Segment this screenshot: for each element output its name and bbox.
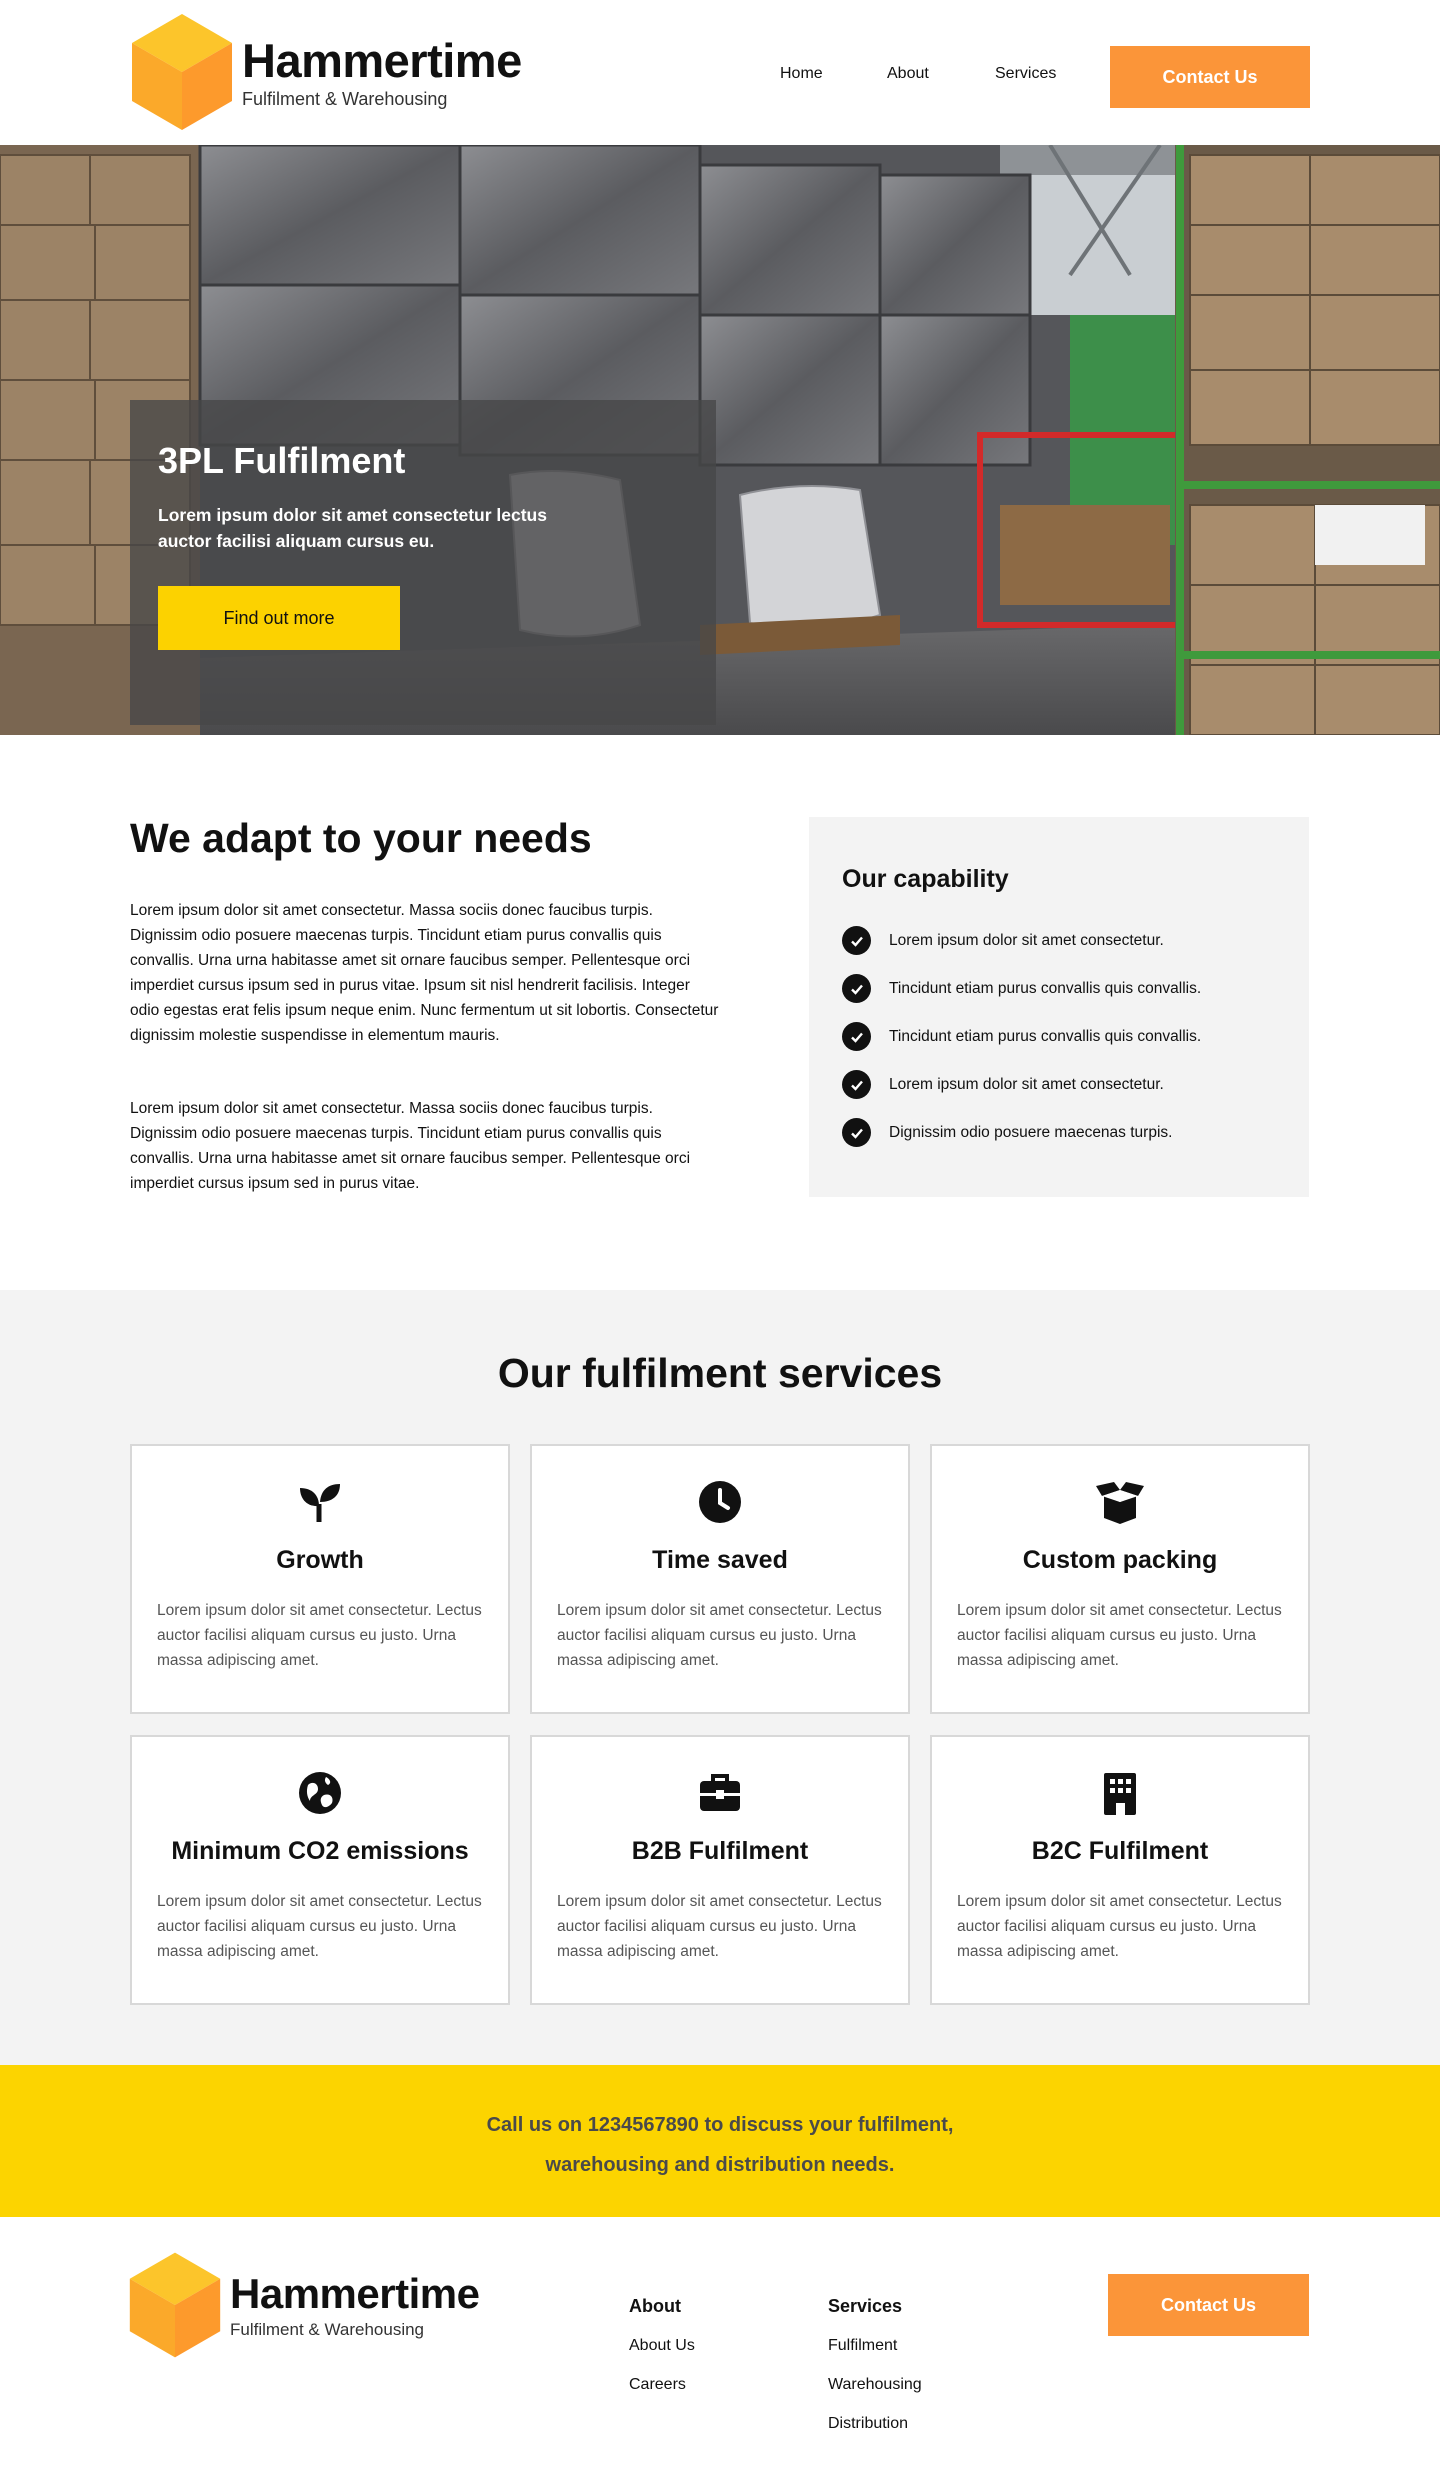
site-header: Hammertime Fulfilment & Warehousing Home…: [0, 0, 1440, 145]
check-circle-icon: [842, 1022, 871, 1051]
brand-name: Hammertime: [242, 33, 522, 87]
adapt-paragraph-2: Lorem ipsum dolor sit amet consectetur. …: [130, 1100, 691, 1192]
service-card-title: Time saved: [652, 1546, 788, 1574]
capability-title: Our capability: [842, 865, 1009, 893]
service-card-growth: Growth Lorem ipsum dolor sit amet consec…: [130, 1444, 510, 1714]
adapt-title: We adapt to your needs: [130, 815, 592, 861]
service-card-title: Custom packing: [1022, 1546, 1218, 1574]
check-circle-icon: [842, 1070, 871, 1099]
capability-item: Tincidunt etiam purus convallis quis con…: [842, 1022, 1201, 1051]
service-card-title: Minimum CO2 emissions: [171, 1837, 469, 1865]
globe-icon: [299, 1772, 341, 1814]
cta-text: Call us on 1234567890 to discuss your fu…: [0, 2105, 1440, 2185]
capability-item-label: Dignissim odio posuere maecenas turpis.: [889, 1123, 1173, 1141]
service-card-text: Lorem ipsum dolor sit amet consectetur. …: [957, 1893, 1282, 1960]
briefcase-icon: [700, 1774, 740, 1811]
hero-text: Lorem ipsum dolor sit amet consectetur l…: [158, 505, 547, 551]
find-out-more-button[interactable]: Find out more: [158, 586, 400, 650]
nav-home-link[interactable]: Home: [780, 65, 823, 83]
hero-banner: 3PL Fulfilment Lorem ipsum dolor sit ame…: [0, 145, 1440, 735]
capability-item-label: Lorem ipsum dolor sit amet consectetur.: [889, 1075, 1164, 1093]
services-section: Our fulfilment services Growth Lorem ips…: [0, 1290, 1440, 2065]
cube-logo-icon: [132, 14, 232, 130]
header-contact-button[interactable]: Contact Us: [1110, 46, 1310, 108]
service-card-text: Lorem ipsum dolor sit amet consectetur. …: [157, 1602, 482, 1669]
hero-card: 3PL Fulfilment Lorem ipsum dolor sit ame…: [130, 400, 716, 725]
brand-tagline: Fulfilment & Warehousing: [230, 2319, 425, 2339]
capability-item: Lorem ipsum dolor sit amet consectetur.: [842, 926, 1164, 955]
service-card-title: Growth: [276, 1546, 364, 1574]
capability-item-label: Tincidunt etiam purus convallis quis con…: [889, 1027, 1202, 1045]
service-card-text: Lorem ipsum dolor sit amet consectetur. …: [557, 1602, 882, 1669]
check-circle-icon: [842, 974, 871, 1003]
capability-panel: Our capability Lorem ipsum dolor sit ame…: [809, 817, 1309, 1197]
service-card-time-saved: Time saved Lorem ipsum dolor sit amet co…: [530, 1444, 910, 1714]
footer-link-fulfilment[interactable]: Fulfilment: [828, 2337, 897, 2355]
adapt-paragraph-1: Lorem ipsum dolor sit amet consectetur. …: [130, 902, 719, 1044]
cube-logo-icon: [129, 2252, 221, 2358]
footer-about-title: About: [629, 2296, 681, 2316]
open-box-icon: [1096, 1482, 1144, 1524]
service-card-text: Lorem ipsum dolor sit amet consectetur. …: [157, 1893, 482, 1960]
service-card-title: B2B Fulfilment: [631, 1837, 809, 1865]
capability-item: Dignissim odio posuere maecenas turpis.: [842, 1118, 1172, 1147]
nav-about-link[interactable]: About: [887, 65, 929, 83]
footer-link-distribution[interactable]: Distribution: [828, 2415, 908, 2433]
service-card-b2c: B2C Fulfilment Lorem ipsum dolor sit ame…: [930, 1735, 1310, 2005]
brand-name: Hammertime: [230, 2269, 480, 2317]
service-card-b2b: B2B Fulfilment Lorem ipsum dolor sit ame…: [530, 1735, 910, 2005]
footer-link-about-us[interactable]: About Us: [629, 2337, 695, 2355]
capability-item: Lorem ipsum dolor sit amet consectetur.: [842, 1070, 1164, 1099]
check-circle-icon: [842, 1118, 871, 1147]
service-card-text: Lorem ipsum dolor sit amet consectetur. …: [557, 1893, 882, 1960]
clock-icon: [699, 1481, 741, 1523]
header-logo[interactable]: Hammertime Fulfilment & Warehousing: [130, 12, 522, 132]
call-to-action-banner: Call us on 1234567890 to discuss your fu…: [0, 2065, 1440, 2217]
footer-contact-button[interactable]: Contact Us: [1108, 2274, 1309, 2336]
service-card-custom-packing: Custom packing Lorem ipsum dolor sit ame…: [930, 1444, 1310, 1714]
capability-item-label: Lorem ipsum dolor sit amet consectetur.: [889, 931, 1164, 949]
cta-line-1: Call us on 1234567890 to discuss your fu…: [486, 2114, 954, 2136]
footer-services-title: Services: [828, 2296, 903, 2316]
footer-link-warehousing[interactable]: Warehousing: [828, 2376, 922, 2394]
services-title: Our fulfilment services: [497, 1350, 943, 1396]
capability-item: Tincidunt etiam purus convallis quis con…: [842, 974, 1201, 1003]
brand-tagline: Fulfilment & Warehousing: [242, 88, 448, 109]
hero-title: 3PL Fulfilment: [158, 440, 406, 481]
service-card-title: B2C Fulfilment: [1031, 1837, 1209, 1865]
capability-item-label: Tincidunt etiam purus convallis quis con…: [889, 979, 1202, 997]
sprout-icon: [300, 1484, 340, 1522]
building-icon: [1104, 1773, 1136, 1815]
service-card-text: Lorem ipsum dolor sit amet consectetur. …: [957, 1602, 1282, 1669]
service-card-co2: Minimum CO2 emissions Lorem ipsum dolor …: [130, 1735, 510, 2005]
nav-services-link[interactable]: Services: [995, 65, 1056, 83]
footer-logo[interactable]: Hammertime Fulfilment & Warehousing: [128, 2250, 480, 2360]
cta-line-2: warehousing and distribution needs.: [545, 2154, 895, 2176]
check-circle-icon: [842, 926, 871, 955]
footer-link-careers[interactable]: Careers: [629, 2376, 686, 2394]
